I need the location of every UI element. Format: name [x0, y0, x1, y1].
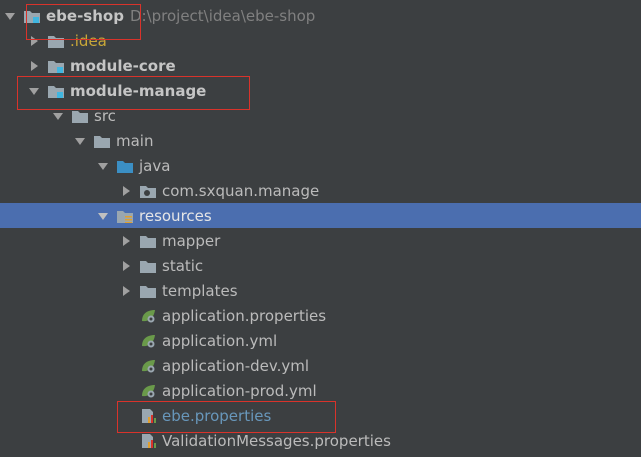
properties-file-icon [142, 408, 156, 423]
package-icon [140, 185, 156, 198]
tree-item-java[interactable]: java [0, 153, 641, 178]
spring-config-icon [142, 359, 155, 372]
tree-item-label: .idea [70, 31, 107, 50]
tree-item-label: module-manage [70, 81, 207, 100]
chevron-down-icon[interactable] [29, 86, 39, 96]
tree-item-label: application.yml [162, 331, 278, 350]
tree-item-application-prod-yml[interactable]: application-prod.yml [0, 378, 641, 403]
chevron-down-icon[interactable] [53, 111, 63, 121]
tree-item-label: application-prod.yml [162, 381, 317, 400]
folder-icon [94, 135, 110, 148]
tree-item-package[interactable]: com.sxquan.manage [0, 178, 641, 203]
tree-item-label: application.properties [162, 306, 327, 325]
chevron-right-icon[interactable] [29, 35, 39, 46]
spring-config-icon [142, 384, 155, 397]
tree-item-label: module-core [70, 56, 176, 75]
chevron-right-icon[interactable] [29, 60, 39, 71]
tree-item-label: templates [162, 281, 238, 300]
properties-file-icon [142, 433, 156, 448]
chevron-down-icon[interactable] [5, 11, 15, 21]
tree-item-label: resources [139, 206, 212, 225]
chevron-down-icon[interactable] [98, 161, 108, 171]
resources-folder-icon [117, 210, 133, 223]
tree-item-resources[interactable]: resources [0, 203, 641, 228]
folder-icon [48, 35, 64, 48]
tree-item-label: java [139, 156, 171, 175]
tree-item-module-manage[interactable]: module-manage [0, 78, 641, 103]
spring-config-icon [142, 334, 155, 347]
chevron-down-icon[interactable] [98, 211, 108, 221]
tree-item-templates[interactable]: templates [0, 278, 641, 303]
tree-item-application-dev-yml[interactable]: application-dev.yml [0, 353, 641, 378]
tree-item-validationmessages-properties[interactable]: ValidationMessages.properties [0, 428, 641, 453]
tree-item-ebe-shop[interactable]: ebe-shop D:\project\idea\ebe-shop [0, 3, 641, 28]
tree-item-ebe-properties[interactable]: ebe.properties [0, 403, 641, 428]
tree-item-label: main [116, 131, 154, 150]
project-path: D:\project\idea\ebe-shop [129, 6, 316, 25]
chevron-right-icon[interactable] [121, 260, 131, 271]
tree-item-label: ValidationMessages.properties [162, 431, 391, 450]
tree-item-label: ebe-shop [46, 6, 124, 25]
module-folder-icon [48, 85, 64, 98]
chevron-right-icon[interactable] [121, 285, 131, 296]
folder-icon [72, 110, 88, 123]
spring-config-icon [142, 309, 155, 322]
tree-item-src[interactable]: src [0, 103, 641, 128]
chevron-right-icon[interactable] [121, 235, 131, 246]
project-tree: ebe-shop D:\project\idea\ebe-shop .idea … [0, 0, 641, 457]
tree-item-label: mapper [162, 231, 221, 250]
tree-item-label: application-dev.yml [162, 356, 310, 375]
tree-item-label: com.sxquan.manage [162, 181, 320, 200]
tree-item-label: static [162, 256, 204, 275]
tree-item-application-properties[interactable]: application.properties [0, 303, 641, 328]
folder-icon [140, 285, 156, 298]
module-folder-icon [24, 10, 40, 23]
module-folder-icon [48, 60, 64, 73]
folder-icon [140, 260, 156, 273]
tree-item-application-yml[interactable]: application.yml [0, 328, 641, 353]
tree-item-static[interactable]: static [0, 253, 641, 278]
tree-item-main[interactable]: main [0, 128, 641, 153]
tree-item-idea[interactable]: .idea [0, 28, 641, 53]
tree-item-module-core[interactable]: module-core [0, 53, 641, 78]
tree-item-mapper[interactable]: mapper [0, 228, 641, 253]
tree-item-label: ebe.properties [162, 406, 272, 425]
chevron-right-icon[interactable] [121, 185, 131, 196]
tree-item-label: src [94, 106, 116, 125]
source-folder-icon [117, 160, 133, 173]
folder-icon [140, 235, 156, 248]
chevron-down-icon[interactable] [75, 136, 85, 146]
